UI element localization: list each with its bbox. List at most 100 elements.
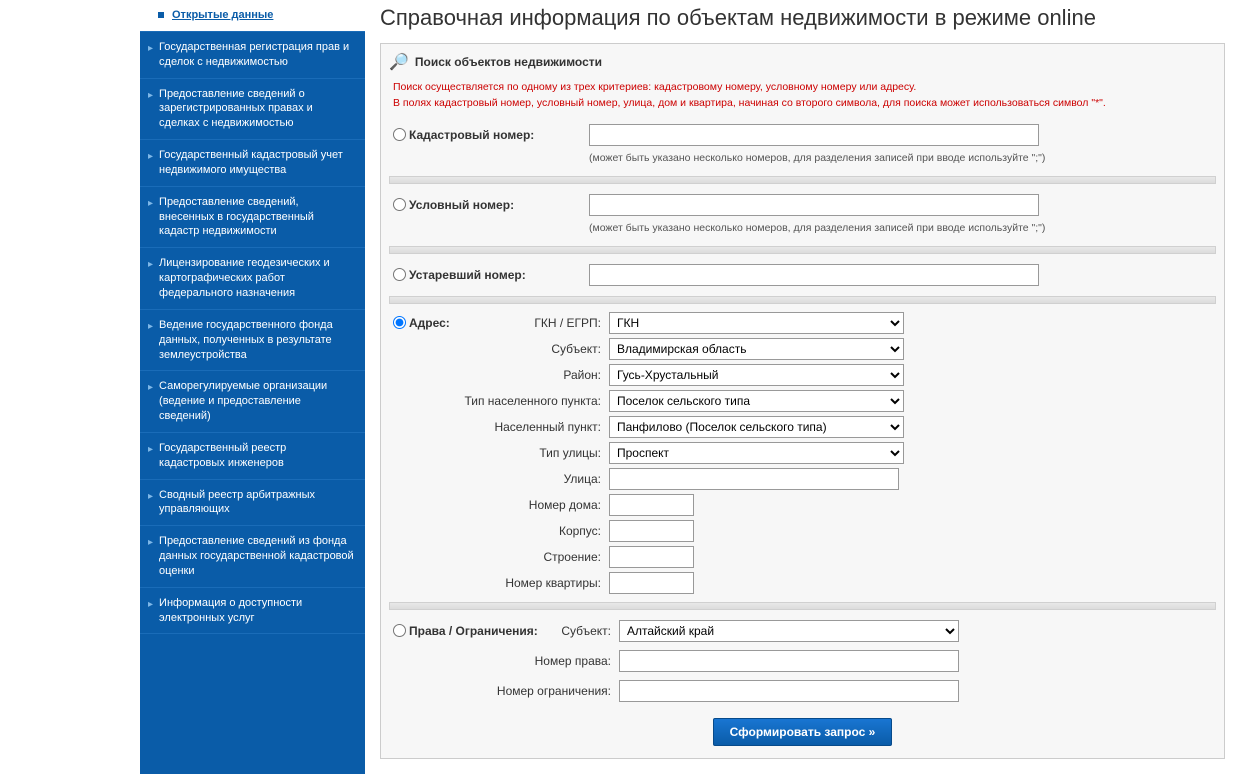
label-house: Номер дома: xyxy=(409,498,609,512)
row-conditional: Условный номер: xyxy=(389,190,1216,220)
sidebar-item-valuation[interactable]: ▸ Предоставление сведений из фонда данны… xyxy=(140,526,365,588)
label-restriction-no: Номер ограничения: xyxy=(409,684,619,698)
select-rights-subject[interactable]: Алтайский край xyxy=(619,620,959,642)
label-gkn: ГКН / ЕГРП: xyxy=(469,316,609,330)
radio-rights[interactable] xyxy=(393,624,406,637)
chevron-right-icon: ▸ xyxy=(148,197,153,211)
input-street[interactable] xyxy=(609,468,899,490)
sidebar-item-open-data[interactable]: Открытые данные xyxy=(140,0,365,32)
row-street-type: Тип улицы: Проспект xyxy=(389,440,1216,466)
chevron-right-icon: ▸ xyxy=(148,598,153,612)
input-building[interactable] xyxy=(609,520,694,542)
sidebar-item-cadastral-record[interactable]: ▸ Государственный кадастровый учет недви… xyxy=(140,140,365,187)
label-settlement-type: Тип населенного пункта: xyxy=(409,394,609,408)
search-icon: 🔎 xyxy=(389,52,409,72)
select-district[interactable]: Гусь-Хрустальный xyxy=(609,364,904,386)
chevron-right-icon: ▸ xyxy=(148,89,153,103)
hint-cadastral: (может быть указано несколько номеров, д… xyxy=(389,150,1216,170)
submit-row: Сформировать запрос » xyxy=(389,706,1216,746)
input-right-no[interactable] xyxy=(619,650,959,672)
radio-address[interactable] xyxy=(393,316,406,329)
radio-conditional[interactable] xyxy=(393,198,406,211)
label-apartment: Номер квартиры: xyxy=(409,576,609,590)
radio-obsolete[interactable] xyxy=(393,268,406,281)
sidebar-item-cadastre-info[interactable]: ▸ Предоставление сведений, внесенных в г… xyxy=(140,187,365,249)
sidebar-item-label: Открытые данные xyxy=(172,8,273,23)
chevron-right-icon: ▸ xyxy=(148,320,153,334)
sidebar-item-registration[interactable]: ▸ Государственная регистрация прав и сде… xyxy=(140,32,365,79)
radio-cadastral[interactable] xyxy=(393,128,406,141)
panel-header: 🔎 Поиск объектов недвижимости xyxy=(389,52,1216,78)
label-settlement: Населенный пункт: xyxy=(409,420,609,434)
label-right-no: Номер права: xyxy=(409,654,619,668)
select-settlement[interactable]: Панфилово (Поселок сельского типа) xyxy=(609,416,904,438)
label-street: Улица: xyxy=(409,472,609,486)
row-cadastral: Кадастровый номер: xyxy=(389,120,1216,150)
label-rights-subject: Субъект: xyxy=(559,624,619,638)
sidebar-item-fund[interactable]: ▸ Ведение государственного фонда данных,… xyxy=(140,310,365,372)
row-settlement-type: Тип населенного пункта: Поселок сельског… xyxy=(389,388,1216,414)
divider xyxy=(389,296,1216,304)
label-structure: Строение: xyxy=(409,550,609,564)
row-right-no: Номер права: xyxy=(389,646,1216,676)
hint-conditional: (может быть указано несколько номеров, д… xyxy=(389,220,1216,240)
label-subject: Субъект: xyxy=(409,342,609,356)
info-line-1: Поиск осуществляется по одному из трех к… xyxy=(393,80,1216,96)
sidebar-item-engineers[interactable]: ▸ Государственный реестр кадастровых инж… xyxy=(140,433,365,480)
chevron-right-icon: ▸ xyxy=(148,536,153,550)
input-obsolete[interactable] xyxy=(589,264,1039,286)
divider xyxy=(389,602,1216,610)
row-building: Корпус: xyxy=(389,518,1216,544)
select-settlement-type[interactable]: Поселок сельского типа xyxy=(609,390,904,412)
input-conditional[interactable] xyxy=(589,194,1039,216)
label-address: Адрес: xyxy=(409,316,469,330)
select-subject[interactable]: Владимирская область xyxy=(609,338,904,360)
sidebar-item-licensing[interactable]: ▸ Лицензирование геодезических и картогр… xyxy=(140,248,365,310)
input-apartment[interactable] xyxy=(609,572,694,594)
search-panel: 🔎 Поиск объектов недвижимости Поиск осущ… xyxy=(380,43,1225,759)
sidebar-item-label: Государственный реестр кадастровых инжен… xyxy=(159,441,355,471)
select-street-type[interactable]: Проспект xyxy=(609,442,904,464)
sidebar-item-label: Лицензирование геодезических и картограф… xyxy=(159,256,355,301)
sidebar-item-arbitration[interactable]: ▸ Сводный реестр арбитражных управляющих xyxy=(140,480,365,527)
input-structure[interactable] xyxy=(609,546,694,568)
panel-title: Поиск объектов недвижимости xyxy=(415,55,602,69)
label-obsolete: Устаревший номер: xyxy=(409,268,589,282)
main-content: Справочная информация по объектам недвиж… xyxy=(365,0,1240,774)
input-restriction-no[interactable] xyxy=(619,680,959,702)
row-street: Улица: xyxy=(389,466,1216,492)
chevron-right-icon: ▸ xyxy=(148,258,153,272)
page-title: Справочная информация по объектам недвиж… xyxy=(380,5,1225,31)
label-rights: Права / Ограничения: xyxy=(409,624,559,638)
divider xyxy=(389,176,1216,184)
info-line-2: В полях кадастровый номер, условный номе… xyxy=(393,96,1216,112)
select-gkn[interactable]: ГКН xyxy=(609,312,904,334)
sidebar-item-sro[interactable]: ▸ Саморегулируемые организации (ведение … xyxy=(140,371,365,433)
row-subject: Субъект: Владимирская область xyxy=(389,336,1216,362)
sidebar-item-label: Государственная регистрация прав и сдело… xyxy=(159,40,355,70)
row-district: Район: Гусь-Хрустальный xyxy=(389,362,1216,388)
submit-button[interactable]: Сформировать запрос » xyxy=(713,718,893,746)
label-conditional: Условный номер: xyxy=(409,198,589,212)
active-bullet-icon xyxy=(158,12,164,18)
info-text: Поиск осуществляется по одному из трех к… xyxy=(389,78,1216,120)
input-cadastral[interactable] xyxy=(589,124,1039,146)
row-house: Номер дома: xyxy=(389,492,1216,518)
sidebar-item-label: Сводный реестр арбитражных управляющих xyxy=(159,488,355,518)
label-cadastral: Кадастровый номер: xyxy=(409,128,589,142)
sidebar-item-rights-info[interactable]: ▸ Предоставление сведений о зарегистриро… xyxy=(140,79,365,141)
row-obsolete: Устаревший номер: xyxy=(389,260,1216,290)
input-house[interactable] xyxy=(609,494,694,516)
chevron-right-icon: ▸ xyxy=(148,150,153,164)
sidebar-item-label: Предоставление сведений из фонда данных … xyxy=(159,534,355,579)
row-address-gkn: Адрес: ГКН / ЕГРП: ГКН xyxy=(389,310,1216,336)
sidebar-item-eservices[interactable]: ▸ Информация о доступности электронных у… xyxy=(140,588,365,635)
divider xyxy=(389,246,1216,254)
sidebar-item-label: Предоставление сведений, внесенных в гос… xyxy=(159,195,355,240)
row-settlement: Населенный пункт: Панфилово (Поселок сел… xyxy=(389,414,1216,440)
chevron-right-icon: ▸ xyxy=(148,42,153,56)
label-street-type: Тип улицы: xyxy=(409,446,609,460)
sidebar-item-label: Информация о доступности электронных усл… xyxy=(159,596,355,626)
sidebar-item-label: Предоставление сведений о зарегистрирова… xyxy=(159,87,355,132)
row-restriction-no: Номер ограничения: xyxy=(389,676,1216,706)
